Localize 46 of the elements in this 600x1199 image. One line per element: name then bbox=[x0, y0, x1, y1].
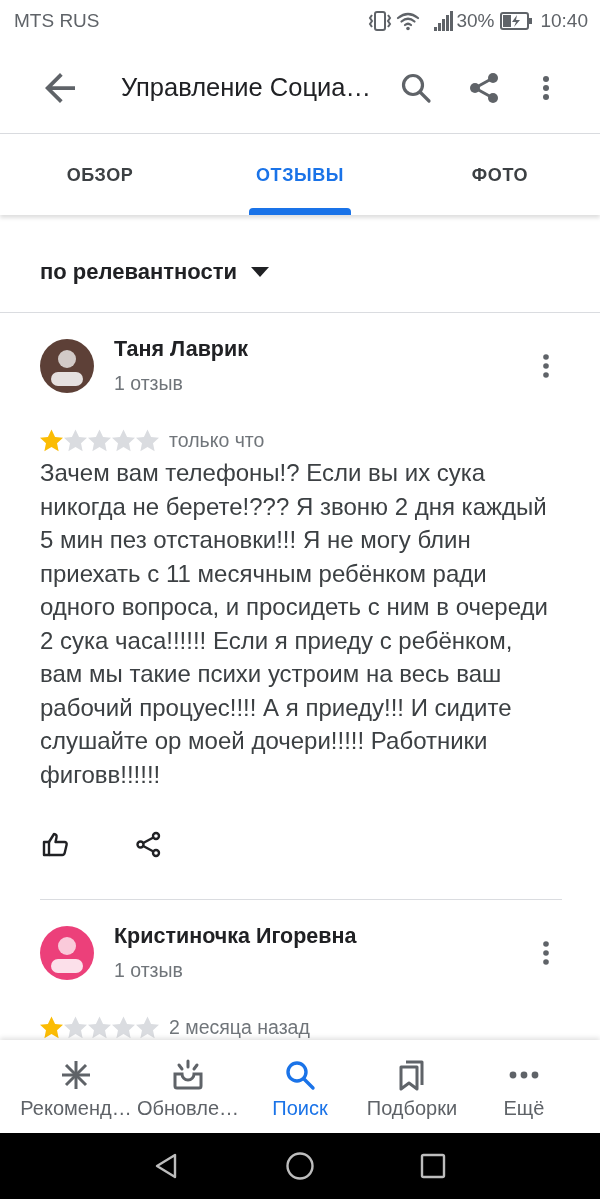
battery-icon bbox=[500, 12, 533, 30]
star-icon bbox=[40, 428, 63, 452]
asterisk-icon bbox=[60, 1059, 92, 1091]
sort-dropdown[interactable]: по релевантности bbox=[40, 259, 269, 285]
vibrate-icon bbox=[368, 10, 393, 32]
tab[interactable]: ОТЗЫВЫ bbox=[200, 134, 400, 215]
author-name: Таня Лаврик bbox=[114, 336, 248, 362]
star-icon bbox=[64, 1015, 87, 1039]
nav-item[interactable]: Поиск bbox=[244, 1040, 356, 1133]
nav-item[interactable]: Ещё bbox=[468, 1040, 580, 1133]
thumbs-up-icon[interactable] bbox=[42, 831, 69, 858]
tab[interactable]: ФОТО bbox=[400, 134, 600, 215]
wifi-icon bbox=[396, 11, 421, 31]
tab[interactable]: ОБЗОР bbox=[0, 134, 200, 215]
star-icon bbox=[112, 428, 135, 452]
caret-icon bbox=[250, 267, 269, 277]
author-name: Кристиночка Игоревна bbox=[114, 923, 357, 949]
star-icon bbox=[64, 428, 87, 452]
review-text: Зачем вам телефоны!? Если вы их сука никогда не берете!??? Я звоню 2 дня каждый 5 мин пез отстановки!!! Я не могу блин приехать с 11 месячным ребёнком ради одного вопроса, и просидеть с ним в очереди 2 сука часа!!!!!! Если я приеду с ребёнком, вам мы такие психи устроим на весь ваш рабочий процуес!!!! А я приеду!!! И сидите слушайте ор моей дочери!!!!! Работники фиговв!!!!!! bbox=[40, 458, 549, 790]
home-icon[interactable] bbox=[286, 1152, 314, 1180]
star-icon bbox=[40, 1015, 63, 1039]
nav-item[interactable]: Рекоменд… bbox=[20, 1040, 132, 1133]
page-title: Управление Социа… bbox=[121, 73, 372, 102]
recents-icon[interactable] bbox=[419, 1152, 447, 1180]
star-icon bbox=[136, 428, 159, 452]
back-arrow-icon[interactable] bbox=[45, 72, 75, 103]
search-icon bbox=[284, 1059, 316, 1091]
share-icon[interactable] bbox=[468, 71, 500, 104]
star-icon bbox=[88, 428, 111, 452]
tray-icon bbox=[172, 1059, 204, 1091]
nav-item[interactable]: Подборки bbox=[356, 1040, 468, 1133]
nav-item[interactable]: Обновле… bbox=[132, 1040, 244, 1133]
battery-percent: 30% bbox=[456, 10, 495, 32]
signal-icon bbox=[434, 11, 455, 31]
star-icon bbox=[112, 1015, 135, 1039]
review-time: только что bbox=[169, 428, 265, 452]
review-count: 1 отзыв bbox=[114, 371, 183, 396]
review-time: 2 месяца назад bbox=[169, 1015, 310, 1039]
review-count: 1 отзыв bbox=[114, 958, 183, 983]
star-icon bbox=[136, 1015, 159, 1039]
share-icon[interactable] bbox=[135, 831, 162, 858]
search-icon[interactable] bbox=[400, 71, 432, 104]
star-icon bbox=[88, 1015, 111, 1039]
more-icon bbox=[508, 1071, 540, 1079]
carrier-name: MTS RUS bbox=[14, 10, 101, 32]
clock-time: 10:40 bbox=[540, 10, 588, 32]
